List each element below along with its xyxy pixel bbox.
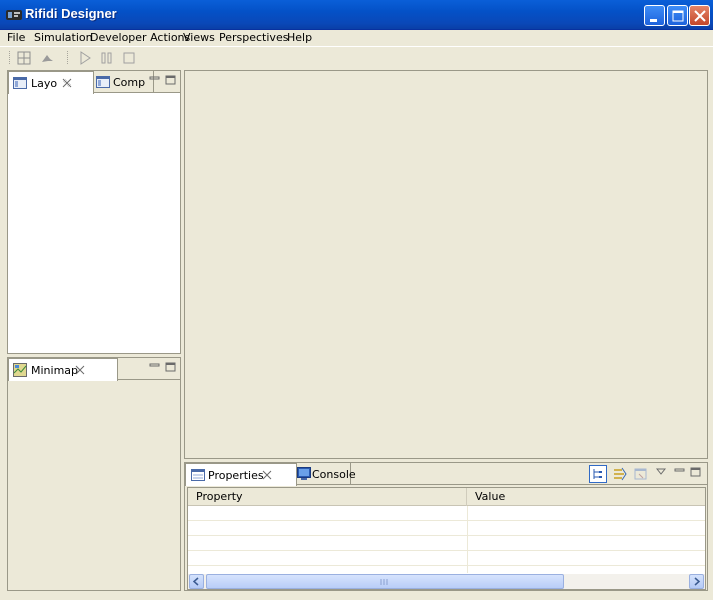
- grid-layout-button[interactable]: [16, 49, 34, 67]
- tab-minimap[interactable]: Minimap: [8, 358, 118, 381]
- chevron-right-icon: [694, 577, 701, 586]
- component-view-icon: [96, 76, 110, 88]
- toolbar-separator: [9, 51, 12, 64]
- table-row: [188, 520, 705, 521]
- horizontal-scrollbar[interactable]: [188, 574, 705, 589]
- maximize-view-icon[interactable]: [165, 362, 177, 372]
- maximize-view-icon[interactable]: [690, 467, 702, 477]
- pointer-icon: [42, 55, 53, 62]
- tab-label: Properties: [208, 469, 264, 482]
- table-row: [188, 535, 705, 536]
- restore-default-button[interactable]: [633, 466, 649, 482]
- stop-icon: [123, 52, 135, 64]
- title-bar[interactable]: Rifidi Designer: [0, 0, 713, 30]
- properties-icon: [191, 469, 205, 481]
- scroll-thumb[interactable]: [206, 574, 564, 589]
- show-advanced-button[interactable]: [612, 466, 628, 482]
- grip-icon: [380, 579, 388, 585]
- menu-developer-actions[interactable]: Developer Actions: [90, 31, 190, 44]
- tab-label: Comp: [113, 76, 146, 89]
- toolbar-separator: [67, 51, 70, 64]
- minimap-panel: Minimap: [7, 357, 181, 591]
- pause-icon: [101, 52, 112, 64]
- minimize-icon: [650, 19, 657, 22]
- tab-console[interactable]: Console: [297, 463, 356, 485]
- minimize-view-icon[interactable]: [149, 75, 161, 85]
- tab-component[interactable]: Comp: [94, 71, 154, 93]
- menu-help[interactable]: Help: [287, 31, 312, 44]
- restore-icon: [634, 468, 647, 480]
- menu-simulation[interactable]: Simulation: [34, 31, 93, 44]
- table-row: [188, 550, 705, 551]
- column-header-value[interactable]: Value: [467, 488, 705, 506]
- view-menu-icon[interactable]: [655, 467, 667, 477]
- table-header: Property Value: [188, 488, 705, 506]
- app-icon: [6, 8, 22, 22]
- tab-label: Layo: [31, 77, 58, 90]
- layout-view-icon: [13, 77, 27, 89]
- menu-bar: File Simulation Developer Actions Views …: [0, 30, 713, 47]
- close-icon[interactable]: [62, 78, 72, 88]
- properties-table: Property Value: [187, 487, 706, 590]
- table-row: [188, 565, 705, 566]
- scroll-right-button[interactable]: [689, 574, 704, 589]
- close-icon[interactable]: [262, 470, 272, 480]
- pause-button[interactable]: [98, 49, 116, 67]
- pointer-button[interactable]: [39, 49, 57, 67]
- close-icon: [694, 10, 706, 22]
- window-title: Rifidi Designer: [25, 6, 117, 21]
- menu-file[interactable]: File: [7, 31, 25, 44]
- scroll-left-button[interactable]: [189, 574, 204, 589]
- minimap-icon: [13, 363, 27, 377]
- tab-layout[interactable]: Layo: [8, 71, 94, 94]
- menu-perspectives[interactable]: Perspectives: [219, 31, 288, 44]
- maximize-button[interactable]: [667, 5, 688, 26]
- play-icon: [80, 51, 91, 65]
- layout-view-panel: Layo Comp: [7, 70, 181, 354]
- minimize-button[interactable]: [644, 5, 665, 26]
- show-categories-button[interactable]: [589, 465, 607, 483]
- console-icon: [297, 467, 311, 480]
- minimize-view-icon[interactable]: [149, 362, 161, 372]
- tab-properties[interactable]: Properties: [185, 463, 297, 486]
- grid-layout-icon: [17, 51, 31, 65]
- play-button[interactable]: [76, 49, 94, 67]
- column-divider: [467, 506, 468, 573]
- tab-label: Console: [312, 468, 356, 481]
- properties-panel: Properties Console Property Value: [184, 462, 708, 591]
- editor-area[interactable]: [184, 70, 708, 459]
- maximize-view-icon[interactable]: [165, 75, 177, 85]
- minimize-view-icon[interactable]: [674, 467, 686, 477]
- maximize-icon: [672, 10, 684, 22]
- toolbar: [0, 47, 713, 69]
- menu-views[interactable]: Views: [183, 31, 215, 44]
- tree-icon: [593, 469, 602, 479]
- filter-icon: [614, 467, 627, 481]
- stop-button[interactable]: [120, 49, 138, 67]
- close-icon[interactable]: [75, 365, 85, 375]
- close-button[interactable]: [689, 5, 710, 26]
- column-header-property[interactable]: Property: [188, 488, 467, 506]
- tab-label: Minimap: [31, 364, 79, 377]
- chevron-left-icon: [192, 577, 199, 586]
